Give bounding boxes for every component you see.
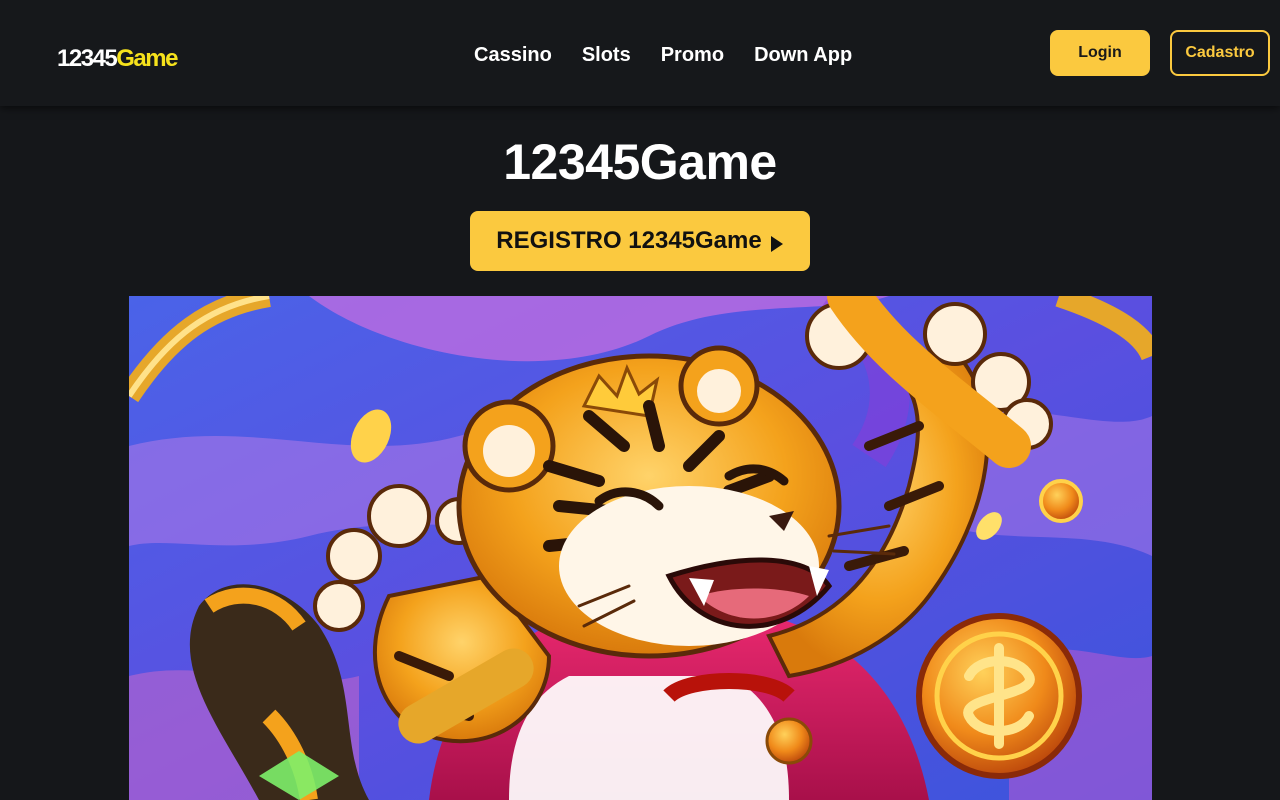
play-triangle-icon: [770, 232, 784, 252]
hero-banner-image: [129, 296, 1152, 800]
main-nav: Cassino Slots Promo Down App: [474, 40, 852, 70]
nav-item-promo[interactable]: Promo: [661, 40, 724, 70]
site-header: 12345Game Cassino Slots Promo Down App L…: [0, 0, 1280, 106]
nav-item-slots[interactable]: Slots: [582, 40, 631, 70]
logo-word: Game: [116, 45, 178, 72]
registro-button[interactable]: REGISTRO 12345Game: [470, 211, 810, 271]
login-button[interactable]: Login: [1050, 30, 1150, 76]
logo-number: 12345: [57, 45, 118, 72]
site-logo[interactable]: 12345Game: [57, 44, 178, 74]
cadastro-button[interactable]: Cadastro: [1170, 30, 1270, 76]
nav-item-cassino[interactable]: Cassino: [474, 40, 552, 70]
page-title: 12345Game: [503, 134, 777, 190]
registro-button-label: REGISTRO 12345Game: [496, 227, 762, 254]
nav-item-down-app[interactable]: Down App: [754, 40, 852, 70]
